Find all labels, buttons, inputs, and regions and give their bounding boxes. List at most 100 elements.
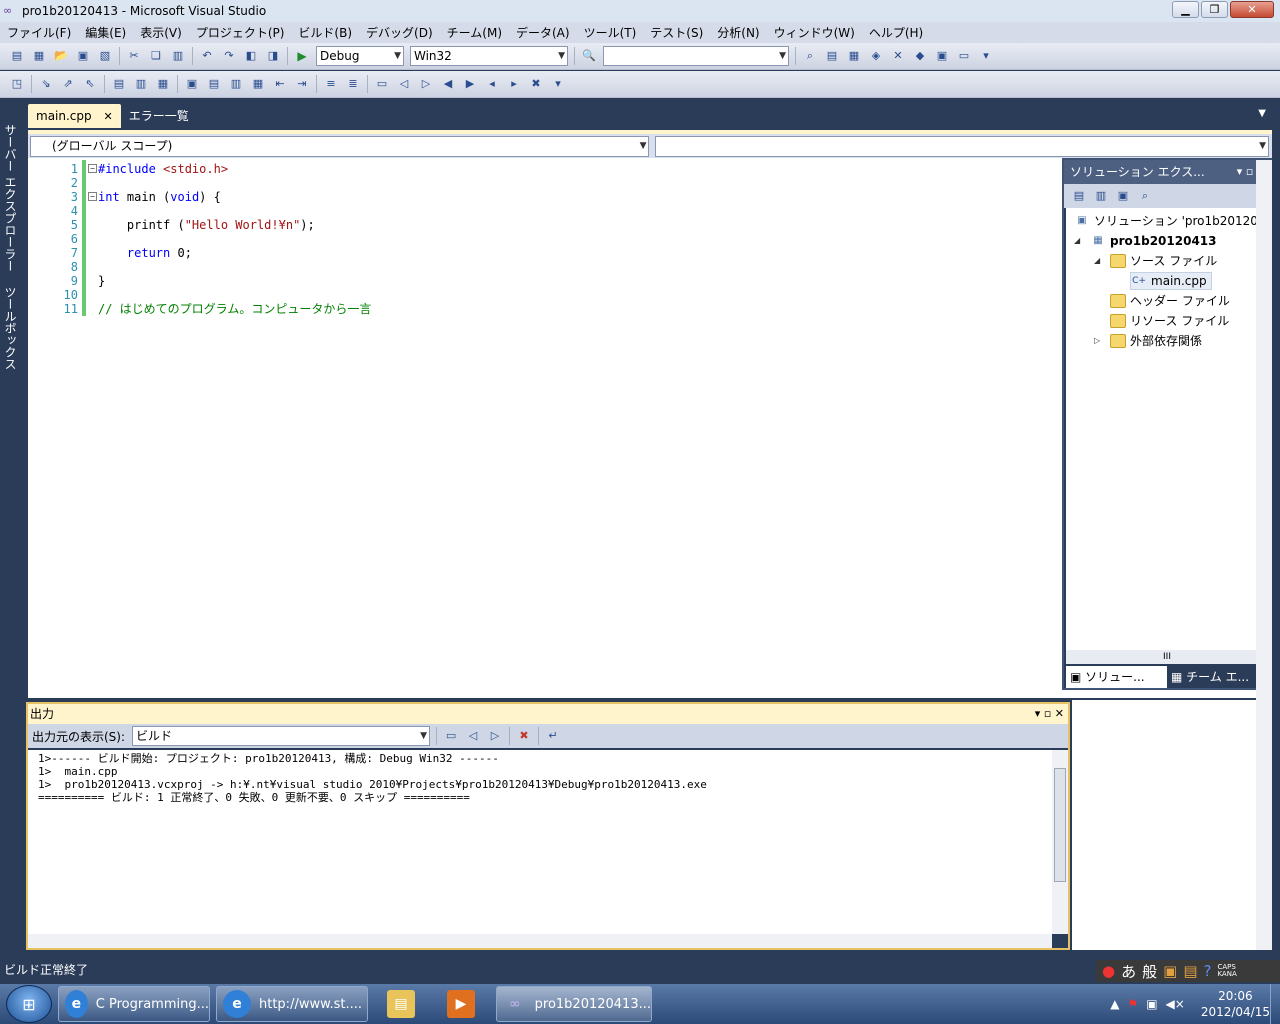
horizontal-scrollbar[interactable] (28, 934, 1052, 948)
display-word-icon[interactable]: ▦ (250, 76, 266, 92)
vertical-scrollbar[interactable] (1052, 750, 1068, 934)
action-center-icon[interactable]: ⚑ (1127, 997, 1138, 1011)
menu-build[interactable]: ビルド(B) (298, 24, 352, 41)
chevron-down-icon[interactable]: ▼ (1258, 108, 1266, 119)
increase-indent-icon[interactable]: ⇥ (294, 76, 310, 92)
comment-out-icon[interactable]: ≡ (323, 76, 339, 92)
tab-solution-explorer[interactable]: ▣ ソリュー... (1066, 666, 1167, 688)
object-browser-icon[interactable]: ◈ (868, 48, 884, 64)
taskbar-item-explorer[interactable]: ▤ (374, 986, 434, 1022)
step-over-icon[interactable]: ⇗ (60, 76, 76, 92)
close-icon[interactable]: ✕ (1230, 1, 1274, 18)
expand-icon[interactable]: ◢ (1074, 232, 1086, 250)
tree-node-solution[interactable]: ▣ ソリューション 'pro1b201204 (1074, 212, 1265, 230)
chevron-down-icon[interactable]: ▾ (1035, 707, 1041, 720)
cut-icon[interactable]: ✂ (126, 48, 142, 64)
expand-icon[interactable]: ◢ (1094, 252, 1106, 270)
paste-icon[interactable]: ▥ (170, 48, 186, 64)
tree-node-external-dependencies[interactable]: ▷ 外部依存関係 (1094, 332, 1202, 350)
decrease-indent-icon[interactable]: ⇤ (272, 76, 288, 92)
copy-icon[interactable]: ❏ (148, 48, 164, 64)
navigate-forward-icon[interactable]: ◨ (265, 48, 281, 64)
command-window-icon[interactable]: ▭ (956, 48, 972, 64)
member-select[interactable]: ▼ (655, 135, 1269, 157)
list-members-icon[interactable]: ▤ (111, 76, 127, 92)
show-all-files-icon[interactable]: ▥ (1093, 188, 1109, 204)
start-page-icon[interactable]: ◆ (912, 48, 928, 64)
tab-error-list[interactable]: エラー一覧 (121, 104, 197, 128)
taskbar-item-c-programming[interactable]: e C Programming... (58, 986, 210, 1022)
collapse-icon[interactable]: − (88, 164, 97, 173)
taskbar-item-visual-studio[interactable]: ∞ pro1b20120413... (496, 986, 652, 1022)
show-desktop-button[interactable] (1270, 984, 1280, 1024)
clock[interactable]: 20:06 2012/04/15 (1201, 988, 1270, 1020)
parameter-info-icon[interactable]: ▥ (133, 76, 149, 92)
clear-all-icon[interactable]: ✖ (516, 728, 532, 744)
open-file-icon[interactable]: 📂 (53, 48, 69, 64)
menu-file[interactable]: ファイル(F) (7, 24, 71, 41)
ime-mode[interactable]: あ (1121, 961, 1136, 982)
menu-team[interactable]: チーム(M) (447, 24, 502, 41)
clear-bookmarks-icon[interactable]: ✖ (528, 76, 544, 92)
minimize-icon[interactable]: ▁ (1172, 1, 1199, 18)
ime-kanji[interactable]: 般 (1142, 961, 1157, 982)
save-icon[interactable]: ▣ (75, 48, 91, 64)
step-into-icon[interactable]: ⇘ (38, 76, 54, 92)
menu-tools[interactable]: ツール(T) (584, 24, 637, 41)
menu-edit[interactable]: 編集(E) (85, 24, 126, 41)
start-debugging-icon[interactable]: ▶ (294, 48, 310, 64)
menu-data[interactable]: データ(A) (516, 24, 570, 41)
toolbar-options-icon[interactable]: ▾ (978, 48, 994, 64)
close-icon[interactable]: ✕ (103, 110, 112, 123)
find-icon[interactable]: ⌕ (802, 48, 818, 64)
start-button[interactable]: ⊞ (6, 985, 52, 1023)
previous-message-icon[interactable]: ◁ (465, 728, 481, 744)
save-all-icon[interactable]: ▧ (97, 48, 113, 64)
extension-manager-icon[interactable]: ▣ (934, 48, 950, 64)
step-out-icon[interactable]: ⇖ (82, 76, 98, 92)
menu-view[interactable]: 表示(V) (140, 24, 182, 41)
chevron-down-icon[interactable]: ▾ (1237, 165, 1243, 178)
horizontal-scrollbar[interactable]: III (1066, 650, 1268, 664)
maximize-icon[interactable]: ❐ (1201, 1, 1228, 18)
collapse-icon[interactable]: − (88, 192, 97, 201)
toolbar-options-icon[interactable]: ▾ (550, 76, 566, 92)
tab-main-cpp[interactable]: main.cpp ✕ (28, 104, 121, 128)
code-text-area[interactable]: 1− #include <stdio.h> 2 3− int main (void) {… (28, 160, 1062, 698)
undo-icon[interactable]: ↶ (199, 48, 215, 64)
ime-tools-icon[interactable]: ▤ (1183, 962, 1197, 980)
server-explorer-tab[interactable]: サーバー エクスプローラー (3, 124, 19, 272)
complete-word-icon[interactable]: ▣ (184, 76, 200, 92)
tree-node-resource-files[interactable]: リソース ファイル (1110, 312, 1229, 330)
taskbar-item-browser[interactable]: e http://www.st.... (216, 986, 368, 1022)
output-source-select[interactable]: ビルド ▼ (132, 726, 431, 746)
menu-analyze[interactable]: 分析(N) (717, 24, 759, 41)
toolbox-icon[interactable]: ✕ (890, 48, 906, 64)
next-bookmark-icon[interactable]: ▷ (418, 76, 434, 92)
previous-bookmark-document-icon[interactable]: ◂ (484, 76, 500, 92)
next-bookmark-document-icon[interactable]: ▸ (506, 76, 522, 92)
output-text[interactable]: 1>------ ビルド開始: プロジェクト: pro1b20120413, 構… (28, 750, 1052, 934)
scrollbar-thumb[interactable] (1054, 768, 1066, 882)
uncomment-icon[interactable]: ≣ (345, 76, 361, 92)
tree-node-project[interactable]: ◢ ▦ pro1b20120413 (1074, 232, 1217, 250)
word-wrap-icon[interactable]: ↵ (545, 728, 561, 744)
menu-window[interactable]: ウィンドウ(W) (774, 24, 855, 41)
next-bookmark-folder-icon[interactable]: ▶ (462, 76, 478, 92)
tree-node-main-cpp[interactable]: C+ main.cpp (1130, 272, 1212, 290)
ime-icon[interactable]: ● (1102, 962, 1115, 980)
menu-test[interactable]: テスト(S) (650, 24, 703, 41)
collapsed-icon[interactable]: ▷ (1094, 332, 1106, 350)
class-diagram-icon[interactable]: ⌕ (1137, 188, 1153, 204)
next-message-icon[interactable]: ▷ (487, 728, 503, 744)
class-view-icon[interactable]: ◳ (9, 76, 25, 92)
solution-explorer-icon[interactable]: ▤ (824, 48, 840, 64)
previous-bookmark-folder-icon[interactable]: ◀ (440, 76, 456, 92)
menu-help[interactable]: ヘルプ(H) (869, 24, 923, 41)
redo-icon[interactable]: ↷ (221, 48, 237, 64)
scope-select[interactable]: (グローバル スコープ) ▼ (30, 135, 650, 157)
ime-pad-icon[interactable]: ▣ (1163, 962, 1177, 980)
find-in-files-icon[interactable]: 🔍 (581, 48, 597, 64)
properties-icon[interactable]: ▦ (846, 48, 862, 64)
help-icon[interactable]: ? (1204, 962, 1212, 980)
